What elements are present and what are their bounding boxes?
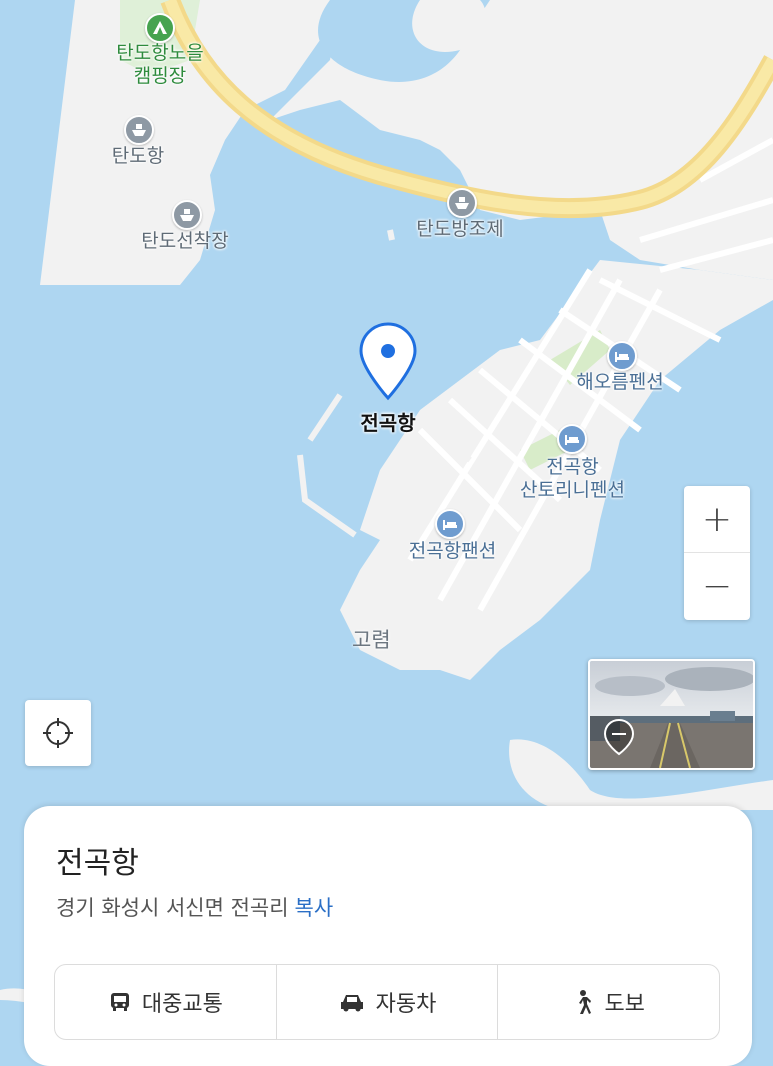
bed-icon <box>435 509 465 539</box>
poi-santorini-label[interactable]: 전곡항 산토리니펜션 <box>505 456 640 502</box>
zoom-control: + − <box>684 486 750 620</box>
car-button[interactable]: 자동차 <box>275 965 498 1039</box>
current-location-button[interactable] <box>25 700 91 766</box>
bed-icon <box>607 341 637 371</box>
poi-tando-pier-label[interactable]: 탄도선착장 <box>130 230 240 253</box>
crosshair-icon <box>43 718 73 748</box>
place-card[interactable]: 전곡항 경기 화성시 서신면 전곡리 복사 대중교통 자동차 도보 <box>24 806 752 1066</box>
place-address: 경기 화성시 서신면 전곡리 복사 <box>56 892 333 922</box>
bus-icon <box>110 993 129 1011</box>
route-actions: 대중교통 자동차 도보 <box>54 964 720 1040</box>
tent-icon <box>145 13 175 43</box>
ship-icon <box>124 115 154 145</box>
walk-button[interactable]: 도보 <box>497 965 719 1039</box>
zoom-in-button[interactable]: + <box>684 486 750 552</box>
walk-icon <box>579 990 592 1014</box>
poi-campsite-label[interactable]: 탄도항노을 캠핑장 <box>100 42 220 88</box>
selected-place-label[interactable]: 전곡항 <box>340 407 436 436</box>
transit-button[interactable]: 대중교통 <box>55 965 276 1039</box>
ship-icon <box>447 188 477 218</box>
location-pin-icon[interactable] <box>357 320 419 402</box>
walk-label: 도보 <box>604 992 645 1017</box>
ship-icon <box>172 200 202 230</box>
car-label: 자동차 <box>375 992 437 1017</box>
area-label: 고렴 <box>352 628 391 652</box>
street-view-thumbnail[interactable] <box>588 659 755 770</box>
poi-tando-dike-label[interactable]: 탄도방조제 <box>405 218 515 241</box>
street-view-marker-icon <box>603 718 635 756</box>
place-title: 전곡항 <box>56 846 139 881</box>
poi-tandohang-label[interactable]: 탄도항 <box>98 145 178 168</box>
transit-label: 대중교통 <box>141 992 223 1017</box>
copy-address-button[interactable]: 복사 <box>295 896 334 920</box>
poi-jeongok-pension-label[interactable]: 전곡항팬션 <box>395 540 510 563</box>
address-text: 경기 화성시 서신면 전곡리 <box>56 896 289 920</box>
poi-haeoreum-label[interactable]: 해오름펜션 <box>565 371 675 394</box>
car-icon <box>340 995 363 1012</box>
bed-icon <box>557 424 587 454</box>
zoom-out-button[interactable]: − <box>684 553 750 619</box>
